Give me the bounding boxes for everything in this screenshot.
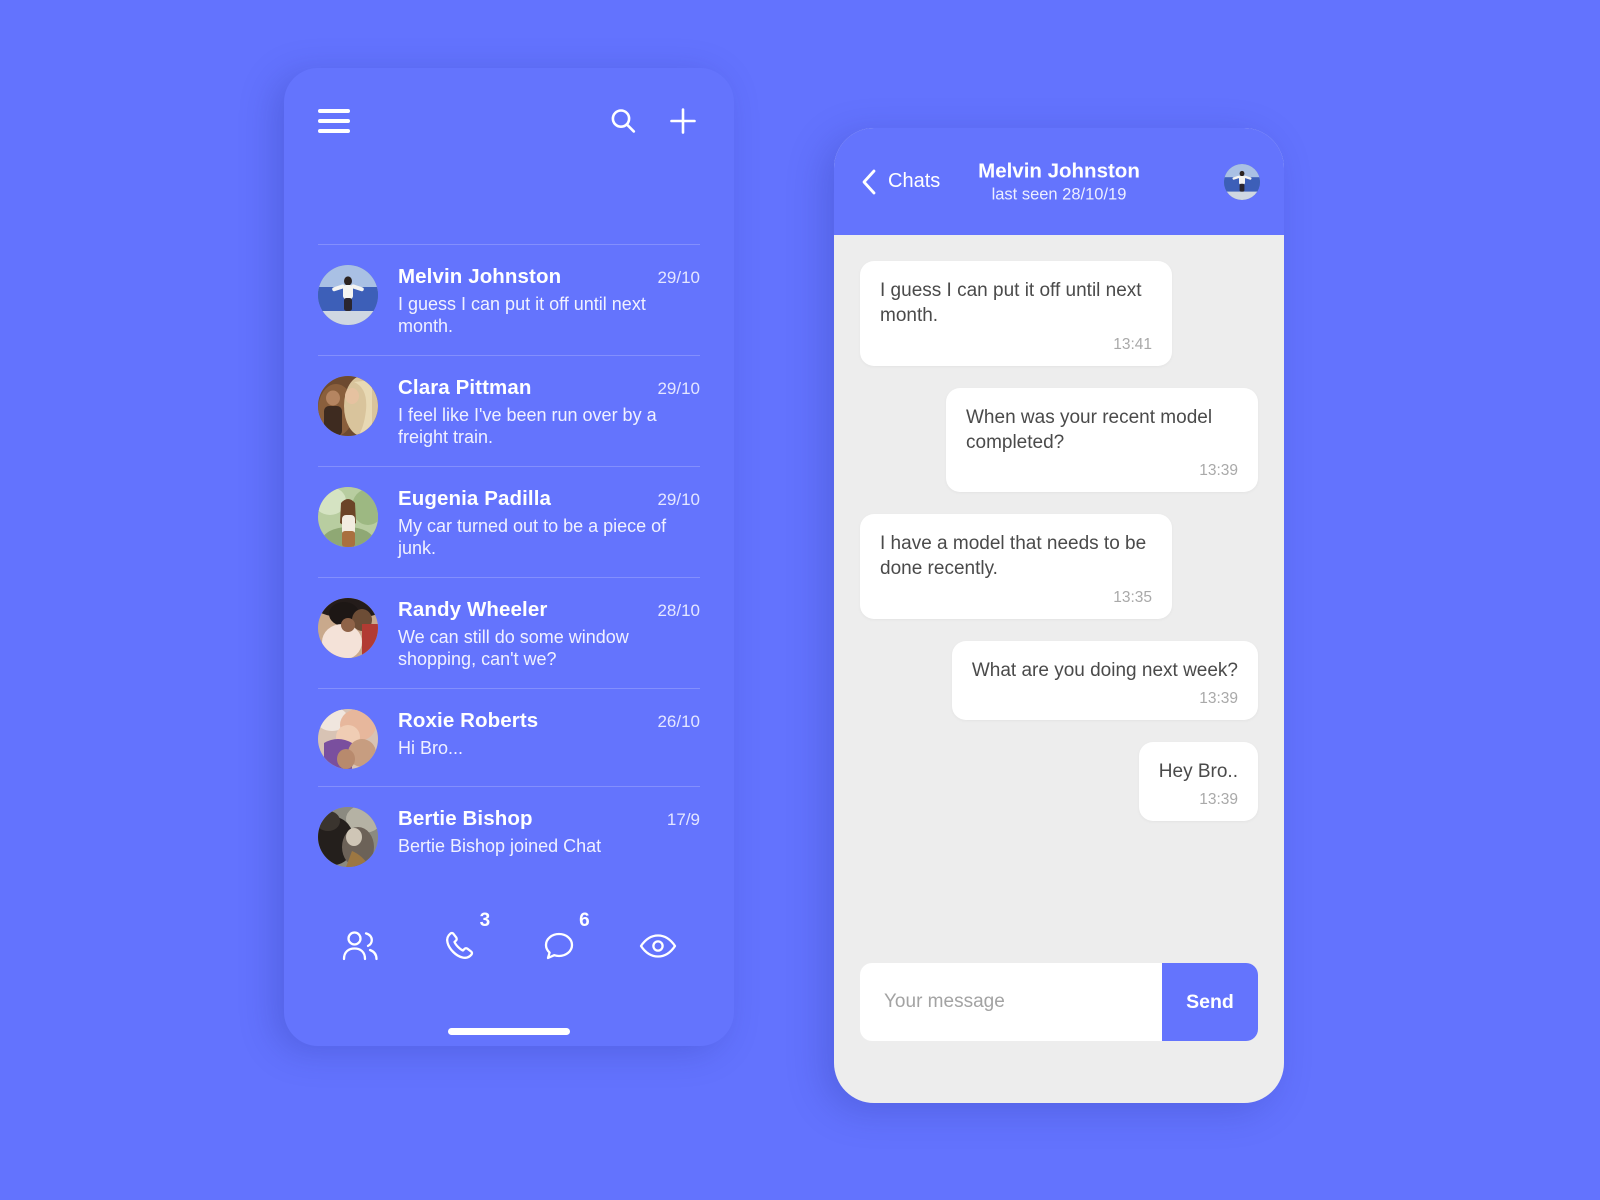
conversation-content: Randy Wheeler 28/10 We can still do some… bbox=[398, 596, 700, 671]
conversation-header: Eugenia Padilla 29/10 bbox=[398, 487, 700, 511]
conversation-header: Clara Pittman 29/10 bbox=[398, 376, 700, 400]
conversation-item-bertie-bishop[interactable]: Bertie Bishop 17/9 Bertie Bishop joined … bbox=[318, 785, 700, 884]
plus-add-icon[interactable] bbox=[666, 104, 700, 138]
conversation-preview: Hi Bro... bbox=[398, 737, 464, 758]
conversation-name: Clara Pittman bbox=[398, 375, 532, 399]
search-icon[interactable] bbox=[606, 104, 640, 138]
conversation-content: Roxie Roberts 26/10 Hi Bro... bbox=[398, 707, 700, 760]
message-text: Hey Bro.. bbox=[1158, 760, 1238, 782]
chat-bubble-icon bbox=[544, 932, 573, 960]
message-text: I have a model that needs to be done rec… bbox=[880, 533, 1147, 580]
topbar-actions bbox=[606, 104, 700, 138]
conversation-name: Melvin Johnston bbox=[398, 265, 562, 288]
eye-view-icon bbox=[640, 934, 677, 958]
message-bubble-outgoing: What are you doing next week? 13:39 bbox=[951, 640, 1258, 720]
message-bubble-incoming: I guess I can put it off until next mont… bbox=[860, 261, 1172, 366]
nav-item-calls[interactable]: 3 bbox=[425, 911, 493, 977]
melvin-avatar[interactable] bbox=[1224, 163, 1260, 200]
chat-detail-phone: Chats Melvin Johnston last seen 28/10/19… bbox=[834, 128, 1284, 1103]
conversation-name: Roxie Roberts bbox=[398, 708, 539, 732]
conversation-preview: I guess I can put it off until next mont… bbox=[398, 294, 646, 336]
message-text: When was your recent model completed? bbox=[966, 406, 1213, 453]
message-time: 13:39 bbox=[1199, 689, 1238, 707]
conversation-item-clara-pittman[interactable]: Clara Pittman 29/10 I feel like I've bee… bbox=[318, 354, 700, 466]
message-composer: Send bbox=[834, 963, 1284, 1103]
message-time: 13:35 bbox=[1113, 588, 1152, 606]
eugenia-avatar bbox=[318, 486, 378, 547]
bottom-navigation-bar: 3 6 bbox=[284, 904, 734, 988]
conversation-item-randy-wheeler[interactable]: Randy Wheeler 28/10 We can still do some… bbox=[318, 576, 700, 688]
nav-item-contacts[interactable] bbox=[326, 915, 394, 977]
conversation-preview: We can still do some window shopping, ca… bbox=[398, 626, 629, 669]
hamburger-bar bbox=[318, 119, 350, 123]
phone-call-icon bbox=[446, 931, 474, 959]
conversation-preview: I feel like I've been run over by a frei… bbox=[398, 404, 657, 447]
chat-list-phone: Melvin Johnston 29/10 I guess I can put … bbox=[284, 68, 734, 1046]
conversation-item-melvin-johnston[interactable]: Melvin Johnston 29/10 I guess I can put … bbox=[318, 244, 700, 355]
clara-avatar bbox=[318, 375, 378, 436]
hamburger-bar bbox=[318, 129, 350, 133]
hamburger-bar bbox=[318, 109, 350, 113]
nav-item-views[interactable] bbox=[624, 915, 692, 977]
melvin-avatar bbox=[318, 265, 378, 325]
conversation-content: Melvin Johnston 29/10 I guess I can put … bbox=[398, 263, 700, 338]
roxie-avatar bbox=[318, 708, 378, 769]
calls-badge: 3 bbox=[479, 910, 491, 931]
message-bubble-outgoing: Hey Bro.. 13:39 bbox=[1138, 741, 1258, 822]
conversation-content: Bertie Bishop 17/9 Bertie Bishop joined … bbox=[398, 805, 700, 858]
message-time: 13:39 bbox=[1199, 462, 1238, 480]
message-input[interactable] bbox=[860, 963, 1162, 1041]
message-bubble-outgoing: When was your recent model completed? 13… bbox=[946, 387, 1258, 493]
message-thread: I guess I can put it off until next mont… bbox=[834, 235, 1284, 963]
conversation-content: Eugenia Padilla 29/10 My car turned out … bbox=[398, 485, 700, 560]
contacts-people-icon bbox=[342, 931, 378, 961]
conversation-content: Clara Pittman 29/10 I feel like I've bee… bbox=[398, 374, 700, 449]
conversation-date: 28/10 bbox=[657, 600, 700, 620]
hamburger-menu-icon[interactable] bbox=[318, 109, 350, 133]
conversation-header: Roxie Roberts 26/10 bbox=[398, 709, 700, 733]
message-text: I guess I can put it off until next mont… bbox=[880, 280, 1142, 327]
conversation-preview: My car turned out to be a piece of junk. bbox=[398, 515, 667, 558]
conversation-date: 29/10 bbox=[657, 378, 700, 398]
conversation-preview: Bertie Bishop joined Chat bbox=[398, 835, 602, 856]
chat-detail-header: Chats Melvin Johnston last seen 28/10/19 bbox=[834, 128, 1284, 235]
conversation-name: Bertie Bishop bbox=[398, 806, 533, 830]
chevron-left-icon bbox=[862, 169, 876, 194]
conversation-header: Melvin Johnston 29/10 bbox=[398, 265, 700, 289]
conversation-name: Eugenia Padilla bbox=[398, 486, 552, 510]
conversation-item-roxie-roberts[interactable]: Roxie Roberts 26/10 Hi Bro... bbox=[318, 687, 700, 786]
conversation-item-eugenia-padilla[interactable]: Eugenia Padilla 29/10 My car turned out … bbox=[318, 465, 700, 577]
randy-avatar bbox=[318, 597, 378, 658]
bertie-avatar bbox=[318, 806, 378, 867]
message-time: 13:39 bbox=[1199, 791, 1238, 809]
conversation-list: Melvin Johnston 29/10 I guess I can put … bbox=[284, 244, 734, 884]
chat-list-topbar bbox=[284, 68, 734, 174]
message-bubble-incoming: I have a model that needs to be done rec… bbox=[860, 514, 1172, 619]
conversation-date: 29/10 bbox=[657, 489, 700, 509]
send-button[interactable]: Send bbox=[1162, 963, 1258, 1041]
chats-badge: 6 bbox=[579, 910, 590, 931]
nav-item-chats[interactable]: 6 bbox=[525, 911, 593, 977]
conversation-date: 26/10 bbox=[657, 711, 700, 731]
conversation-date: 29/10 bbox=[657, 268, 700, 287]
conversation-header: Randy Wheeler 28/10 bbox=[398, 598, 700, 622]
back-to-chats-button[interactable]: Chats bbox=[860, 168, 940, 196]
back-label: Chats bbox=[888, 170, 941, 192]
conversation-name: Randy Wheeler bbox=[398, 597, 548, 621]
conversation-date: 17/9 bbox=[666, 809, 700, 829]
conversation-header: Bertie Bishop 17/9 bbox=[398, 807, 700, 831]
message-time: 13:41 bbox=[1113, 335, 1152, 353]
message-text: What are you doing next week? bbox=[971, 659, 1238, 681]
home-indicator bbox=[448, 1028, 570, 1035]
